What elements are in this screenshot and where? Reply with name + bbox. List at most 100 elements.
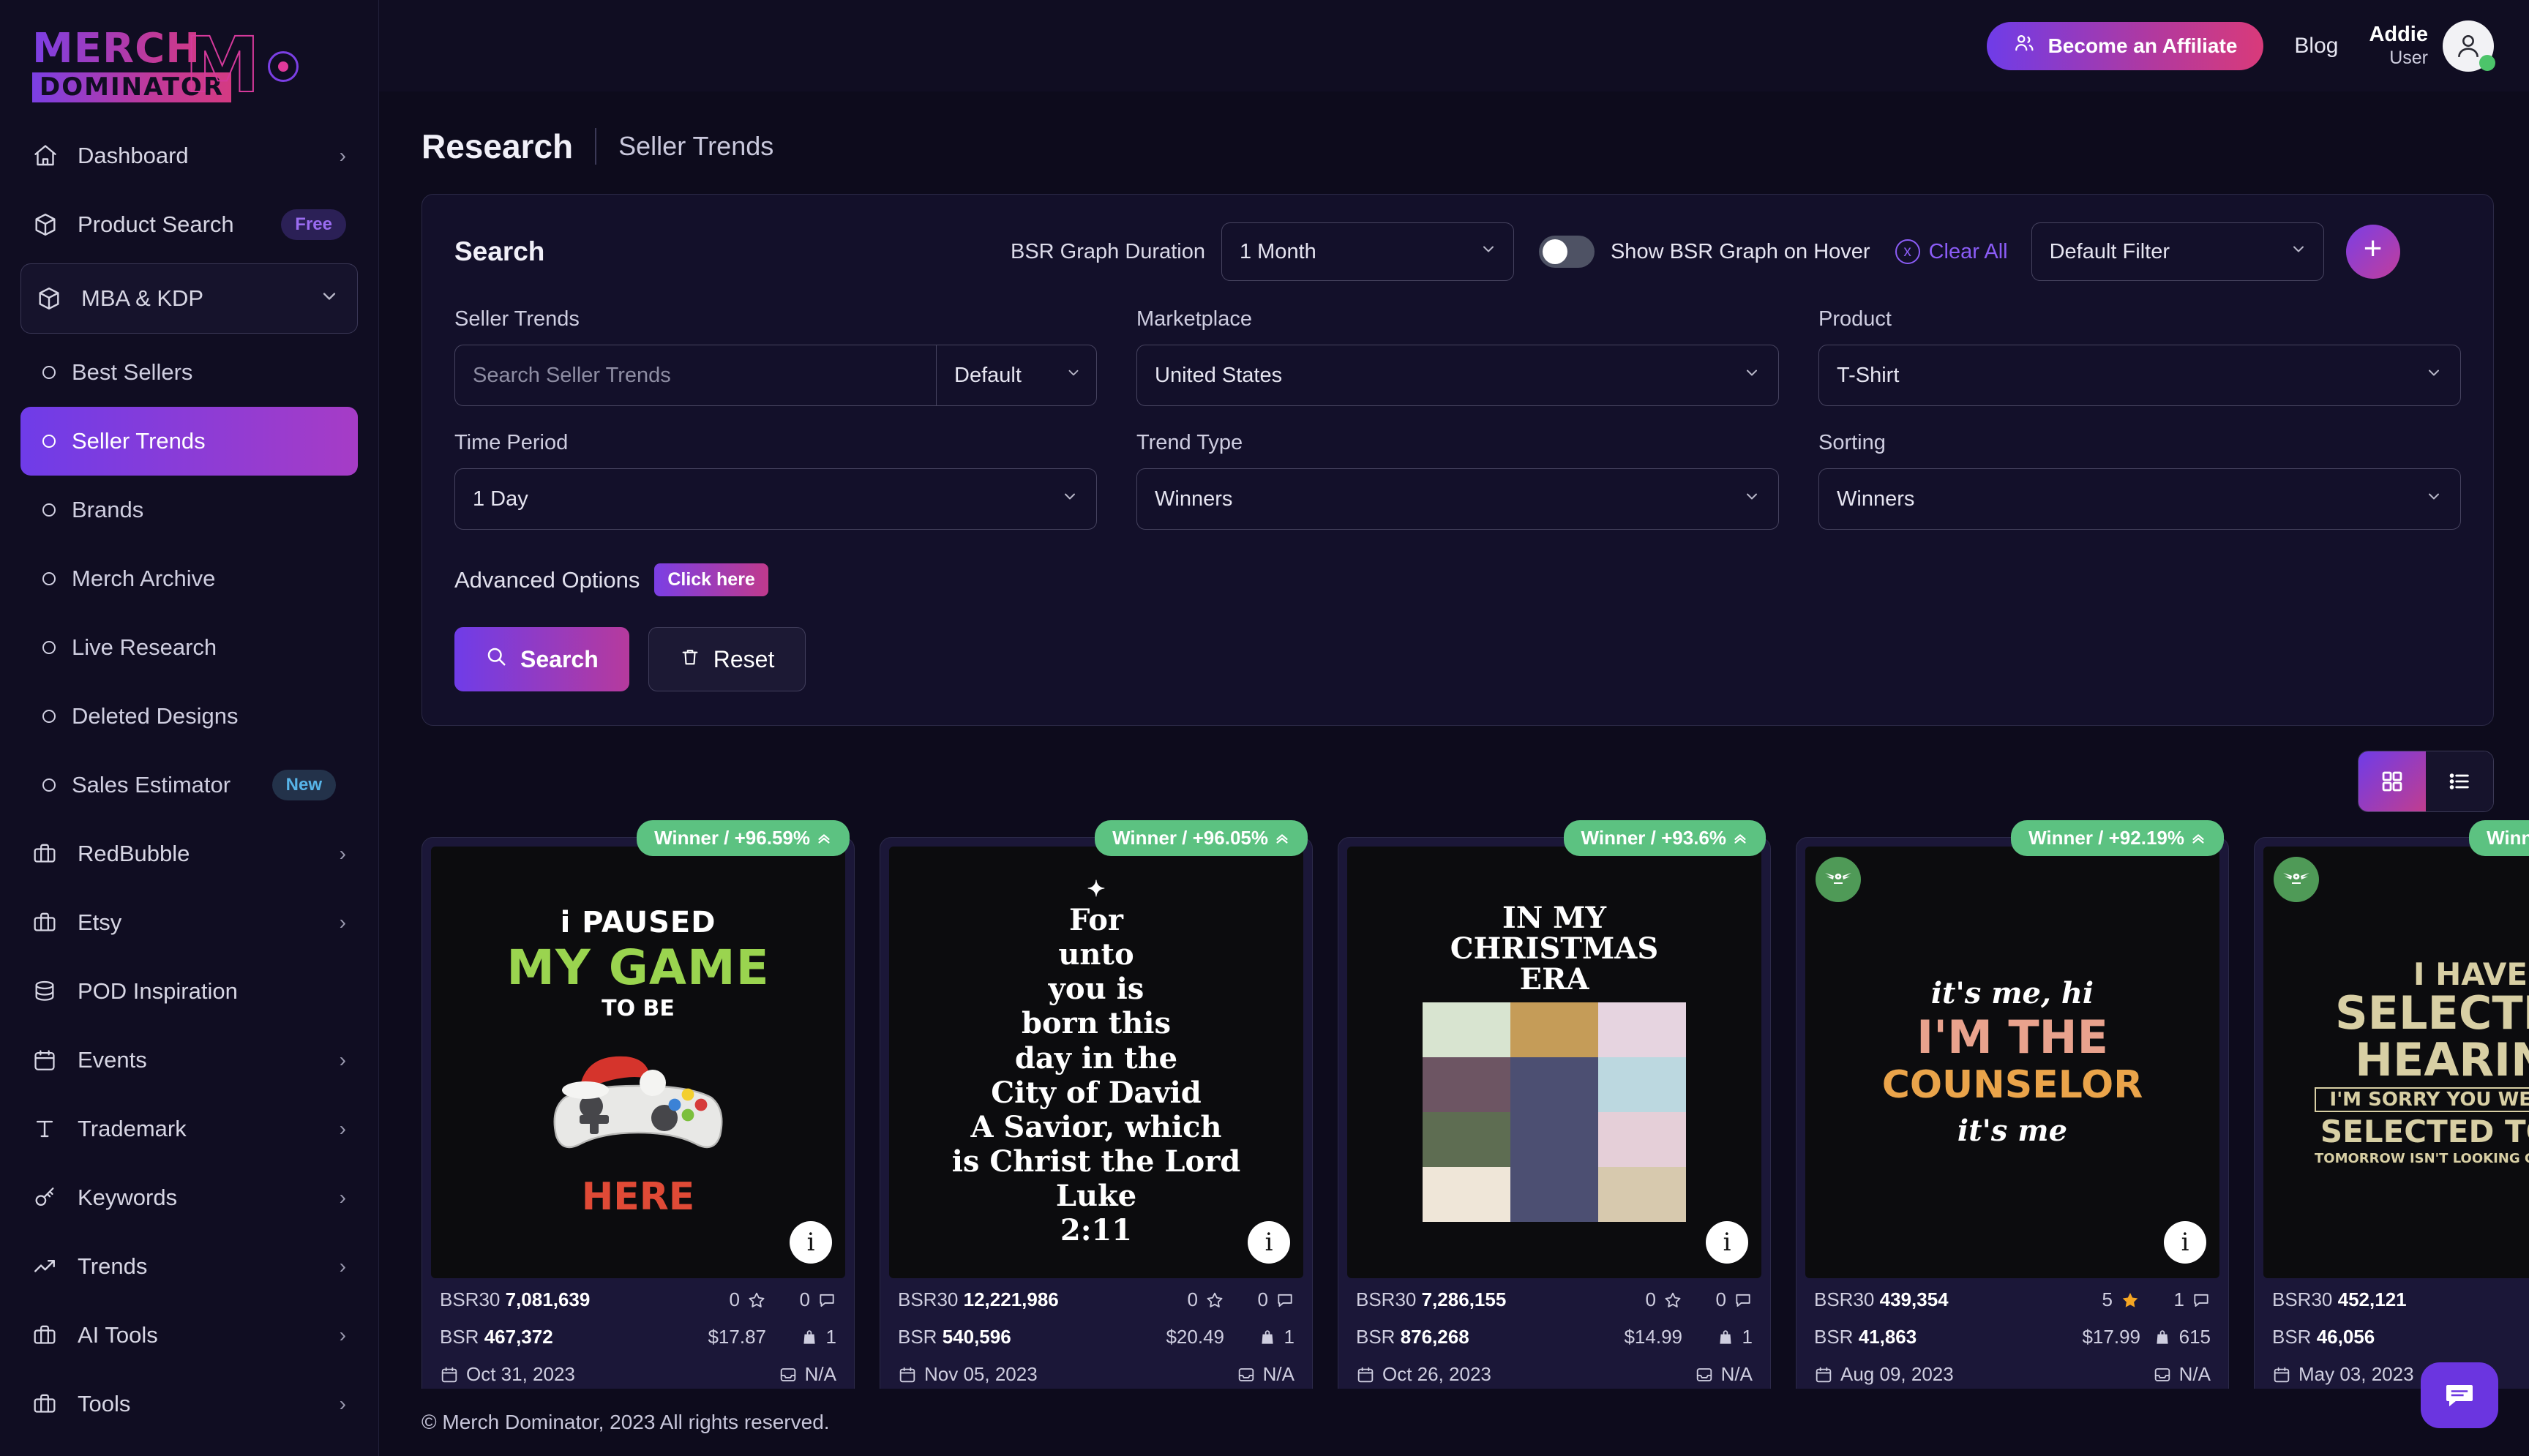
sidebar-item-deleted-designs[interactable]: Deleted Designs	[20, 682, 358, 751]
meta-row-bsr: BSR 540,596 $20.49 1	[898, 1326, 1295, 1348]
sidebar-item-live-research[interactable]: Live Research	[20, 613, 358, 682]
product-image[interactable]: i PAUSED MY GAME TO BE	[431, 847, 845, 1278]
calendar-icon	[1814, 1365, 1833, 1384]
sidebar-item-redbubble[interactable]: RedBubble ›	[0, 819, 378, 888]
grid-view-button[interactable]	[2358, 751, 2426, 811]
info-icon[interactable]: i	[790, 1221, 832, 1264]
bsr30-number: 12,221,986	[964, 1288, 1059, 1310]
bsr-duration-label: BSR Graph Duration	[1011, 240, 1205, 264]
bag-icon	[2153, 1328, 2172, 1347]
product-image[interactable]: IN MY CHRISTMAS ERA i	[1347, 847, 1761, 1278]
reset-button[interactable]: Reset	[648, 627, 806, 691]
product-card[interactable]: Winner / +96.05% ✦ For unto you is born …	[880, 837, 1313, 1406]
sidebar-item-pod-inspiration[interactable]: POD Inspiration	[0, 957, 378, 1026]
add-filter-button[interactable]: +	[2346, 225, 2400, 279]
comments-group: 1	[2148, 1288, 2211, 1311]
chevron-right-icon: ›	[340, 1324, 346, 1347]
product-image[interactable]: it's me, hi I'M THE COUNSELOR it's me i	[1805, 847, 2219, 1278]
marketplace-select[interactable]: United States	[1136, 345, 1779, 406]
publish-date: Oct 31, 2023	[466, 1363, 575, 1386]
winner-badge-label: Winner / +92.19%	[2028, 827, 2184, 849]
sidebar-item-etsy[interactable]: Etsy ›	[0, 888, 378, 957]
sidebar-item-trends[interactable]: Trends ›	[0, 1232, 378, 1301]
box-icon	[36, 285, 70, 312]
sidebar: MERCH DOMINATOR M Dashboard › Product Se…	[0, 0, 379, 1456]
comment-icon	[1734, 1291, 1753, 1310]
product-card[interactable]: Winner / +92.19% it's me, hi I'M THE COU…	[1796, 837, 2229, 1406]
sidebar-item-keywords[interactable]: Keywords ›	[0, 1163, 378, 1232]
comments-group: 0	[773, 1288, 836, 1311]
clear-all-label: Clear All	[1929, 240, 2008, 264]
product-card[interactable]: Winner / +93.6% IN MY CHRISTMAS ERA	[1338, 837, 1771, 1406]
bsr-duration-value: 1 Month	[1240, 240, 1316, 264]
product-card[interactable]: Winner / +96.59% i PAUSED MY GAME TO BE	[422, 837, 855, 1406]
seller-trends-mode-select[interactable]: Default	[936, 345, 1097, 406]
comments-count: 0	[800, 1288, 810, 1311]
seller-trends-label: Seller Trends	[454, 307, 1097, 331]
saved-filter-select[interactable]: Default Filter	[2031, 222, 2324, 281]
logo-wordmark: MERCH DOMINATOR M	[32, 29, 252, 105]
sidebar-item-events[interactable]: Events ›	[0, 1026, 378, 1095]
bsr-duration-select[interactable]: 1 Month	[1221, 222, 1514, 281]
copyright-text: © Merch Dominator, 2023 All rights reser…	[422, 1411, 830, 1434]
meta-row-bsr30: BSR30 439,354 5 1	[1814, 1288, 2211, 1311]
sidebar-item-seller-trends[interactable]: Seller Trends	[20, 407, 358, 476]
product-select[interactable]: T-Shirt	[1818, 345, 2461, 406]
time-period-select[interactable]: 1 Day	[454, 468, 1097, 530]
field-sorting: Sorting Winners	[1818, 431, 2461, 530]
main-content: Become an Affiliate Blog Addie User Rese…	[379, 0, 2529, 1456]
sidebar-item-ai-tools[interactable]: AI Tools ›	[0, 1301, 378, 1370]
art-line: SELECTED TODAY	[2315, 1117, 2529, 1148]
sidebar-item-trademark[interactable]: Trademark ›	[0, 1095, 378, 1163]
avatar[interactable]	[2443, 20, 2494, 72]
sidebar-item-mba-kdp[interactable]: MBA & KDP	[20, 263, 358, 334]
search-input[interactable]	[454, 345, 936, 406]
comments-count: 0	[1258, 1288, 1268, 1311]
sidebar-item-tools[interactable]: Tools ›	[0, 1370, 378, 1438]
bullet-icon	[42, 778, 56, 792]
sorting-select[interactable]: Winners	[1818, 468, 2461, 530]
key-icon	[32, 1185, 66, 1210]
star-icon	[2120, 1290, 2140, 1310]
product-image[interactable]: I HAVE SELECTIVE HEARING I'M SORRY YOU W…	[2263, 847, 2529, 1278]
info-icon[interactable]: i	[1706, 1221, 1748, 1264]
calendar-icon	[440, 1365, 459, 1384]
publish-date: Nov 05, 2023	[924, 1363, 1038, 1386]
bullet-icon	[42, 572, 56, 585]
info-icon[interactable]: i	[2164, 1221, 2206, 1264]
bsr-label: BSR	[1814, 1326, 1853, 1348]
chat-icon	[2442, 1378, 2477, 1413]
wings-icon	[1824, 869, 1853, 890]
sales-value: N/A	[1263, 1363, 1295, 1386]
sidebar-item-best-sellers[interactable]: Best Sellers	[20, 338, 358, 407]
bsr-label: BSR	[1356, 1326, 1395, 1348]
search-fields-grid: Seller Trends Default Marketplace	[454, 307, 2461, 537]
sidebar-item-product-search[interactable]: Product Search Free	[0, 190, 378, 259]
info-icon[interactable]: i	[1248, 1221, 1290, 1264]
blog-link[interactable]: Blog	[2294, 34, 2338, 59]
sidebar-item-brands[interactable]: Brands	[20, 476, 358, 544]
become-affiliate-button[interactable]: Become an Affiliate	[1987, 22, 2264, 70]
sidebar-item-merch-archive[interactable]: Merch Archive	[20, 544, 358, 613]
chat-support-button[interactable]	[2421, 1362, 2498, 1428]
bullet-icon	[42, 641, 56, 654]
brand-logo[interactable]: MERCH DOMINATOR M	[0, 0, 378, 114]
product-image[interactable]: ✦ For unto you is born this day in the C…	[889, 847, 1303, 1278]
sidebar-subitem-label: Best Sellers	[72, 359, 336, 386]
grid-icon	[2380, 769, 2405, 794]
show-bsr-hover-toggle[interactable]	[1539, 236, 1595, 268]
advanced-options-button[interactable]: Click here	[654, 563, 768, 596]
clear-all-button[interactable]: x Clear All	[1895, 239, 2008, 264]
product-card[interactable]: Winner / +91.56% I HAVE SELECTIVE HEARIN…	[2254, 837, 2529, 1406]
sidebar-item-dashboard[interactable]: Dashboard ›	[0, 121, 378, 190]
search-button-label: Search	[520, 646, 599, 673]
chevron-down-icon	[1743, 364, 1761, 387]
calendar-icon	[898, 1365, 917, 1384]
user-menu[interactable]: Addie User	[2369, 20, 2494, 72]
sidebar-item-sales-estimator[interactable]: Sales Estimator New	[20, 751, 358, 819]
search-button[interactable]: Search	[454, 627, 629, 691]
meta-row-bsr30: BSR30 7,081,639 0 0	[440, 1288, 836, 1311]
search-panel: Search BSR Graph Duration 1 Month Show B…	[422, 194, 2494, 726]
list-view-button[interactable]	[2426, 751, 2493, 811]
trend-type-select[interactable]: Winners	[1136, 468, 1779, 530]
